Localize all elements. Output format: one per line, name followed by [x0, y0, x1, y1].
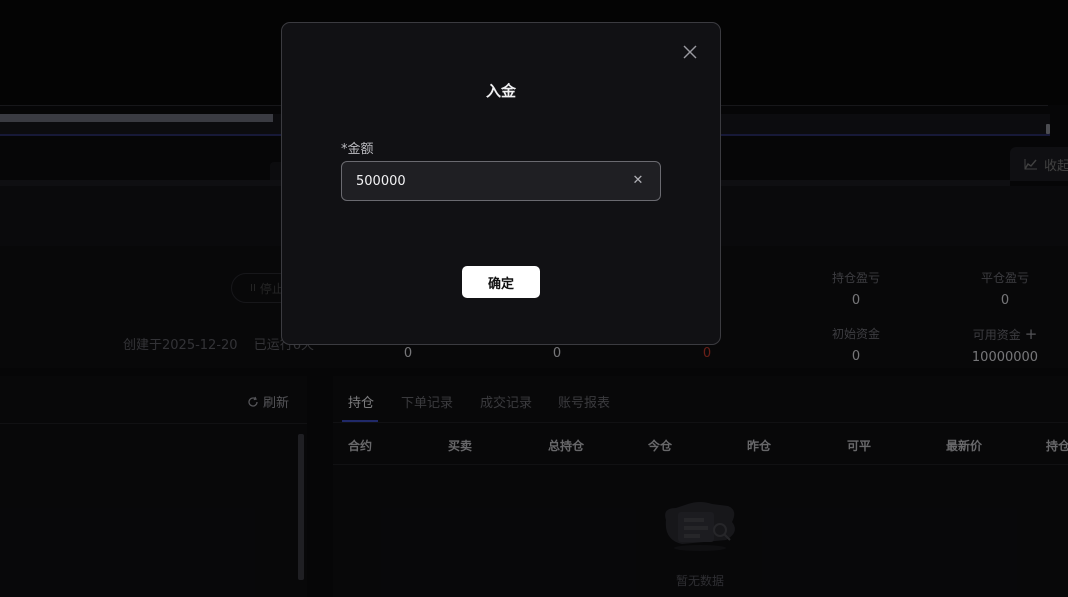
- dialog-title: 入金: [485, 82, 516, 100]
- amount-field[interactable]: ✕: [341, 161, 661, 201]
- clear-icon[interactable]: ✕: [630, 172, 646, 188]
- amount-label: *金额: [341, 142, 374, 157]
- confirm-button[interactable]: 确定: [462, 266, 540, 298]
- close-icon[interactable]: [682, 44, 698, 60]
- amount-input[interactable]: [356, 162, 616, 200]
